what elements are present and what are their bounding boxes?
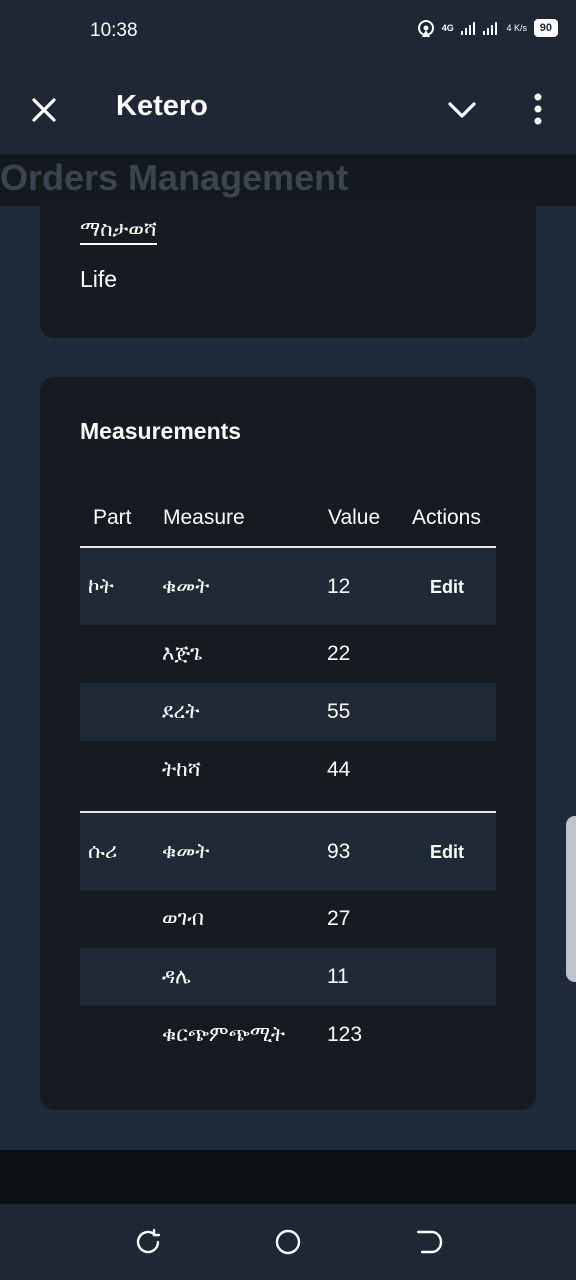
section-banner: Orders Management <box>0 154 576 206</box>
bottom-strip <box>0 1150 576 1204</box>
notes-label: ማስታወሻ <box>80 218 157 245</box>
content-area[interactable]: ማስታወሻ Life Measurements Part Measure Val… <box>0 206 576 1150</box>
recent-apps-icon <box>136 1228 161 1254</box>
value-cell: 11 <box>327 948 411 1006</box>
back-icon <box>416 1230 443 1254</box>
network-speed-label: 4 K/s <box>506 23 527 33</box>
back-button[interactable] <box>412 1226 444 1258</box>
table-row: ሱሪ ቁመት 93 Edit <box>80 811 496 890</box>
measure-cell: ወገብ <box>162 907 204 930</box>
navigation-bar <box>0 1204 576 1280</box>
part-cell: ኮት <box>80 547 162 625</box>
app-bar: Ketero <box>0 64 576 154</box>
actions-cell: Edit <box>411 547 496 625</box>
table-row: ትከሻ 44 <box>80 741 496 799</box>
measurements-title: Measurements <box>80 418 242 444</box>
signal-icon <box>460 22 475 35</box>
actions-cell <box>411 625 496 683</box>
home-button[interactable] <box>272 1226 304 1258</box>
actions-cell: Edit <box>411 811 496 890</box>
part-cell <box>80 625 162 683</box>
value-cell: 12 <box>327 547 411 625</box>
part-cell <box>80 741 162 799</box>
chevron-down-icon <box>448 102 476 118</box>
part-cell <box>80 683 162 741</box>
measurements-table: Part Measure Value Actions ኮት ቁመት 12 Edi… <box>80 490 496 1064</box>
table-row: ወገብ 27 <box>80 890 496 948</box>
value-cell: 55 <box>327 683 411 741</box>
part-cell <box>80 948 162 1006</box>
measure-cell: ቁመት <box>162 811 327 890</box>
value-cell: 22 <box>327 642 351 665</box>
status-icons: 4G 4 K/s 90 <box>416 18 558 38</box>
measure-cell: ደረት <box>162 683 327 741</box>
actions-cell <box>411 1006 496 1064</box>
table-row: ቁርጭምጭሚት 123 <box>80 1006 496 1064</box>
measurements-card: Measurements Part Measure Value Actions … <box>40 377 536 1110</box>
measure-cell: እጅጌ <box>162 642 203 665</box>
home-icon <box>275 1229 301 1255</box>
measure-cell: ቁመት <box>162 547 327 625</box>
value-cell: 123 <box>327 1023 363 1046</box>
value-cell: 27 <box>327 907 351 930</box>
status-bar: 10:38 4G 4 K/s 90 <box>0 0 576 64</box>
table-row: እጅጌ 22 <box>80 625 496 683</box>
scroll-handle[interactable] <box>566 816 576 982</box>
part-cell <box>80 1006 162 1064</box>
group-spacer <box>80 799 496 812</box>
hotspot-icon <box>417 20 434 37</box>
edit-button[interactable]: Edit <box>430 842 464 863</box>
table-row: ደረት 55 <box>80 683 496 741</box>
signal-icon <box>482 22 497 35</box>
notes-value: Life <box>80 266 118 292</box>
section-title: Orders Management <box>0 157 349 198</box>
actions-cell <box>411 890 496 948</box>
measure-cell: ትከሻ <box>162 758 201 781</box>
app-title: Ketero <box>116 90 208 122</box>
actions-cell <box>411 741 496 799</box>
recent-apps-button[interactable] <box>132 1226 164 1258</box>
measure-cell: ቁርጭምጭሚት <box>162 1023 286 1046</box>
column-header-value: Value <box>327 490 411 548</box>
column-header-measure: Measure <box>162 490 327 548</box>
measure-cell: ዳሌ <box>162 948 327 1006</box>
actions-cell <box>411 948 496 1006</box>
part-cell: ሱሪ <box>80 811 162 890</box>
table-header-row: Part Measure Value Actions <box>80 490 496 548</box>
more-options-button[interactable] <box>520 90 556 130</box>
part-cell <box>80 890 162 948</box>
column-header-actions: Actions <box>411 490 496 548</box>
actions-cell <box>411 683 496 741</box>
details-card: ማስታወሻ Life <box>40 206 536 338</box>
close-icon <box>32 98 56 122</box>
close-button[interactable] <box>26 92 62 128</box>
value-cell: 44 <box>327 758 351 781</box>
value-cell: 93 <box>327 811 411 890</box>
column-header-part: Part <box>80 490 162 548</box>
network-type-label: 4G <box>441 23 454 33</box>
status-time: 10:38 <box>90 20 138 41</box>
battery-icon: 90 <box>533 19 558 37</box>
more-vertical-icon <box>534 93 542 125</box>
table-row: ኮት ቁመት 12 Edit <box>80 547 496 625</box>
expand-button[interactable] <box>442 92 482 128</box>
table-row: ዳሌ 11 <box>80 948 496 1006</box>
edit-button[interactable]: Edit <box>430 577 464 598</box>
